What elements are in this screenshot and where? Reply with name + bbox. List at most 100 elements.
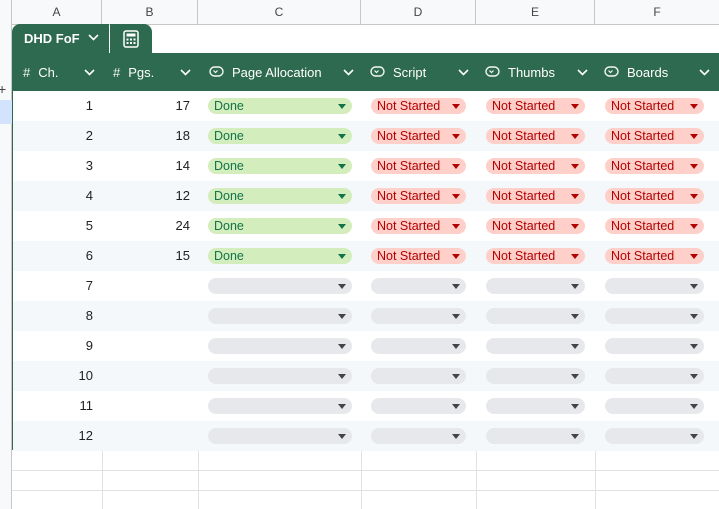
status-chip-script[interactable]	[371, 428, 466, 444]
cell-pgs[interactable]: 15	[103, 241, 190, 271]
status-chip-thumbs[interactable]	[486, 398, 585, 414]
cell-pgs[interactable]: 24	[103, 211, 190, 241]
dropdown-arrow-icon[interactable]	[338, 338, 346, 354]
dropdown-arrow-icon[interactable]	[690, 338, 698, 354]
dropdown-arrow-icon[interactable]	[338, 188, 346, 204]
table-row[interactable]: 11	[13, 391, 719, 421]
column-header-f[interactable]: F	[595, 0, 719, 24]
status-chip-thumbs[interactable]	[486, 368, 585, 384]
calculator-icon[interactable]	[110, 24, 152, 53]
select-all-corner[interactable]	[0, 0, 12, 24]
status-chip-thumbs[interactable]: Not Started	[486, 128, 585, 144]
dropdown-arrow-icon[interactable]	[571, 428, 579, 444]
status-chip-page-allocation[interactable]	[208, 428, 352, 444]
dropdown-arrow-icon[interactable]	[452, 98, 460, 114]
table-row[interactable]: 6 15 Done Not Started Not Started Not Started	[13, 241, 719, 271]
status-chip-page-allocation[interactable]	[208, 398, 352, 414]
status-chip-thumbs[interactable]	[486, 338, 585, 354]
status-chip-script[interactable]	[371, 338, 466, 354]
table-row[interactable]: 5 24 Done Not Started Not Started Not Started	[13, 211, 719, 241]
status-chip-page-allocation[interactable]: Done	[208, 188, 352, 204]
header-boards[interactable]: Boards	[596, 53, 719, 91]
status-chip-boards[interactable]	[605, 398, 704, 414]
cell-ch[interactable]: 5	[13, 211, 93, 241]
dropdown-arrow-icon[interactable]	[690, 128, 698, 144]
dropdown-arrow-icon[interactable]	[571, 278, 579, 294]
chevron-down-icon[interactable]	[458, 53, 469, 91]
dropdown-arrow-icon[interactable]	[690, 398, 698, 414]
chevron-down-icon[interactable]	[180, 53, 191, 91]
chevron-down-icon[interactable]	[577, 53, 588, 91]
dropdown-arrow-icon[interactable]	[571, 248, 579, 264]
cell-pgs[interactable]: 14	[103, 151, 190, 181]
table-row[interactable]: 4 12 Done Not Started Not Started Not Started	[13, 181, 719, 211]
chevron-down-icon[interactable]	[343, 53, 354, 91]
cell-pgs[interactable]	[103, 271, 190, 301]
cell-ch[interactable]: 10	[13, 361, 93, 391]
status-chip-thumbs[interactable]	[486, 428, 585, 444]
dropdown-arrow-icon[interactable]	[571, 398, 579, 414]
dropdown-arrow-icon[interactable]	[338, 128, 346, 144]
status-chip-boards[interactable]: Not Started	[605, 218, 704, 234]
status-chip-script[interactable]	[371, 308, 466, 324]
dropdown-arrow-icon[interactable]	[452, 398, 460, 414]
status-chip-page-allocation[interactable]: Done	[208, 128, 352, 144]
dropdown-arrow-icon[interactable]	[690, 308, 698, 324]
cell-ch[interactable]: 6	[13, 241, 93, 271]
chevron-down-icon[interactable]	[84, 53, 95, 91]
status-chip-thumbs[interactable]: Not Started	[486, 98, 585, 114]
status-chip-page-allocation[interactable]	[208, 368, 352, 384]
dropdown-arrow-icon[interactable]	[690, 278, 698, 294]
table-row[interactable]: 12	[13, 421, 719, 451]
table-row[interactable]: 1 17 Done Not Started Not Started Not Started	[13, 91, 719, 121]
dropdown-arrow-icon[interactable]	[452, 248, 460, 264]
cell-ch[interactable]: 3	[13, 151, 93, 181]
status-chip-boards[interactable]	[605, 278, 704, 294]
dropdown-arrow-icon[interactable]	[338, 248, 346, 264]
status-chip-script[interactable]	[371, 398, 466, 414]
cell-pgs[interactable]	[103, 301, 190, 331]
dropdown-arrow-icon[interactable]	[452, 188, 460, 204]
status-chip-page-allocation[interactable]	[208, 278, 352, 294]
status-chip-boards[interactable]: Not Started	[605, 188, 704, 204]
status-chip-thumbs[interactable]: Not Started	[486, 248, 585, 264]
dropdown-arrow-icon[interactable]	[571, 98, 579, 114]
cell-pgs[interactable]: 12	[103, 181, 190, 211]
status-chip-script[interactable]	[371, 368, 466, 384]
dropdown-arrow-icon[interactable]	[338, 398, 346, 414]
status-chip-boards[interactable]	[605, 338, 704, 354]
status-chip-script[interactable]: Not Started	[371, 158, 466, 174]
dropdown-arrow-icon[interactable]	[452, 158, 460, 174]
add-row-plus-icon[interactable]: +	[0, 82, 6, 96]
status-chip-script[interactable]: Not Started	[371, 188, 466, 204]
status-chip-thumbs[interactable]	[486, 278, 585, 294]
status-chip-script[interactable]: Not Started	[371, 98, 466, 114]
dropdown-arrow-icon[interactable]	[452, 428, 460, 444]
dropdown-arrow-icon[interactable]	[338, 98, 346, 114]
dropdown-arrow-icon[interactable]	[690, 98, 698, 114]
dropdown-arrow-icon[interactable]	[571, 338, 579, 354]
status-chip-thumbs[interactable]	[486, 308, 585, 324]
cell-pgs[interactable]: 18	[103, 121, 190, 151]
dropdown-arrow-icon[interactable]	[690, 428, 698, 444]
status-chip-page-allocation[interactable]: Done	[208, 98, 352, 114]
status-chip-thumbs[interactable]: Not Started	[486, 188, 585, 204]
dropdown-arrow-icon[interactable]	[452, 368, 460, 384]
dropdown-arrow-icon[interactable]	[338, 218, 346, 234]
dropdown-arrow-icon[interactable]	[338, 158, 346, 174]
cell-ch[interactable]: 2	[13, 121, 93, 151]
header-page-allocation[interactable]: Page Allocation	[199, 53, 362, 91]
cell-ch[interactable]: 8	[13, 301, 93, 331]
status-chip-boards[interactable]	[605, 368, 704, 384]
cell-pgs[interactable]	[103, 331, 190, 361]
dropdown-arrow-icon[interactable]	[571, 188, 579, 204]
dropdown-arrow-icon[interactable]	[690, 248, 698, 264]
dropdown-arrow-icon[interactable]	[338, 278, 346, 294]
cell-ch[interactable]: 7	[13, 271, 93, 301]
status-chip-page-allocation[interactable]	[208, 338, 352, 354]
dropdown-arrow-icon[interactable]	[452, 338, 460, 354]
cell-ch[interactable]: 11	[13, 391, 94, 421]
table-row[interactable]: 7	[13, 271, 719, 301]
status-chip-thumbs[interactable]: Not Started	[486, 158, 585, 174]
chevron-down-icon[interactable]	[88, 33, 99, 44]
